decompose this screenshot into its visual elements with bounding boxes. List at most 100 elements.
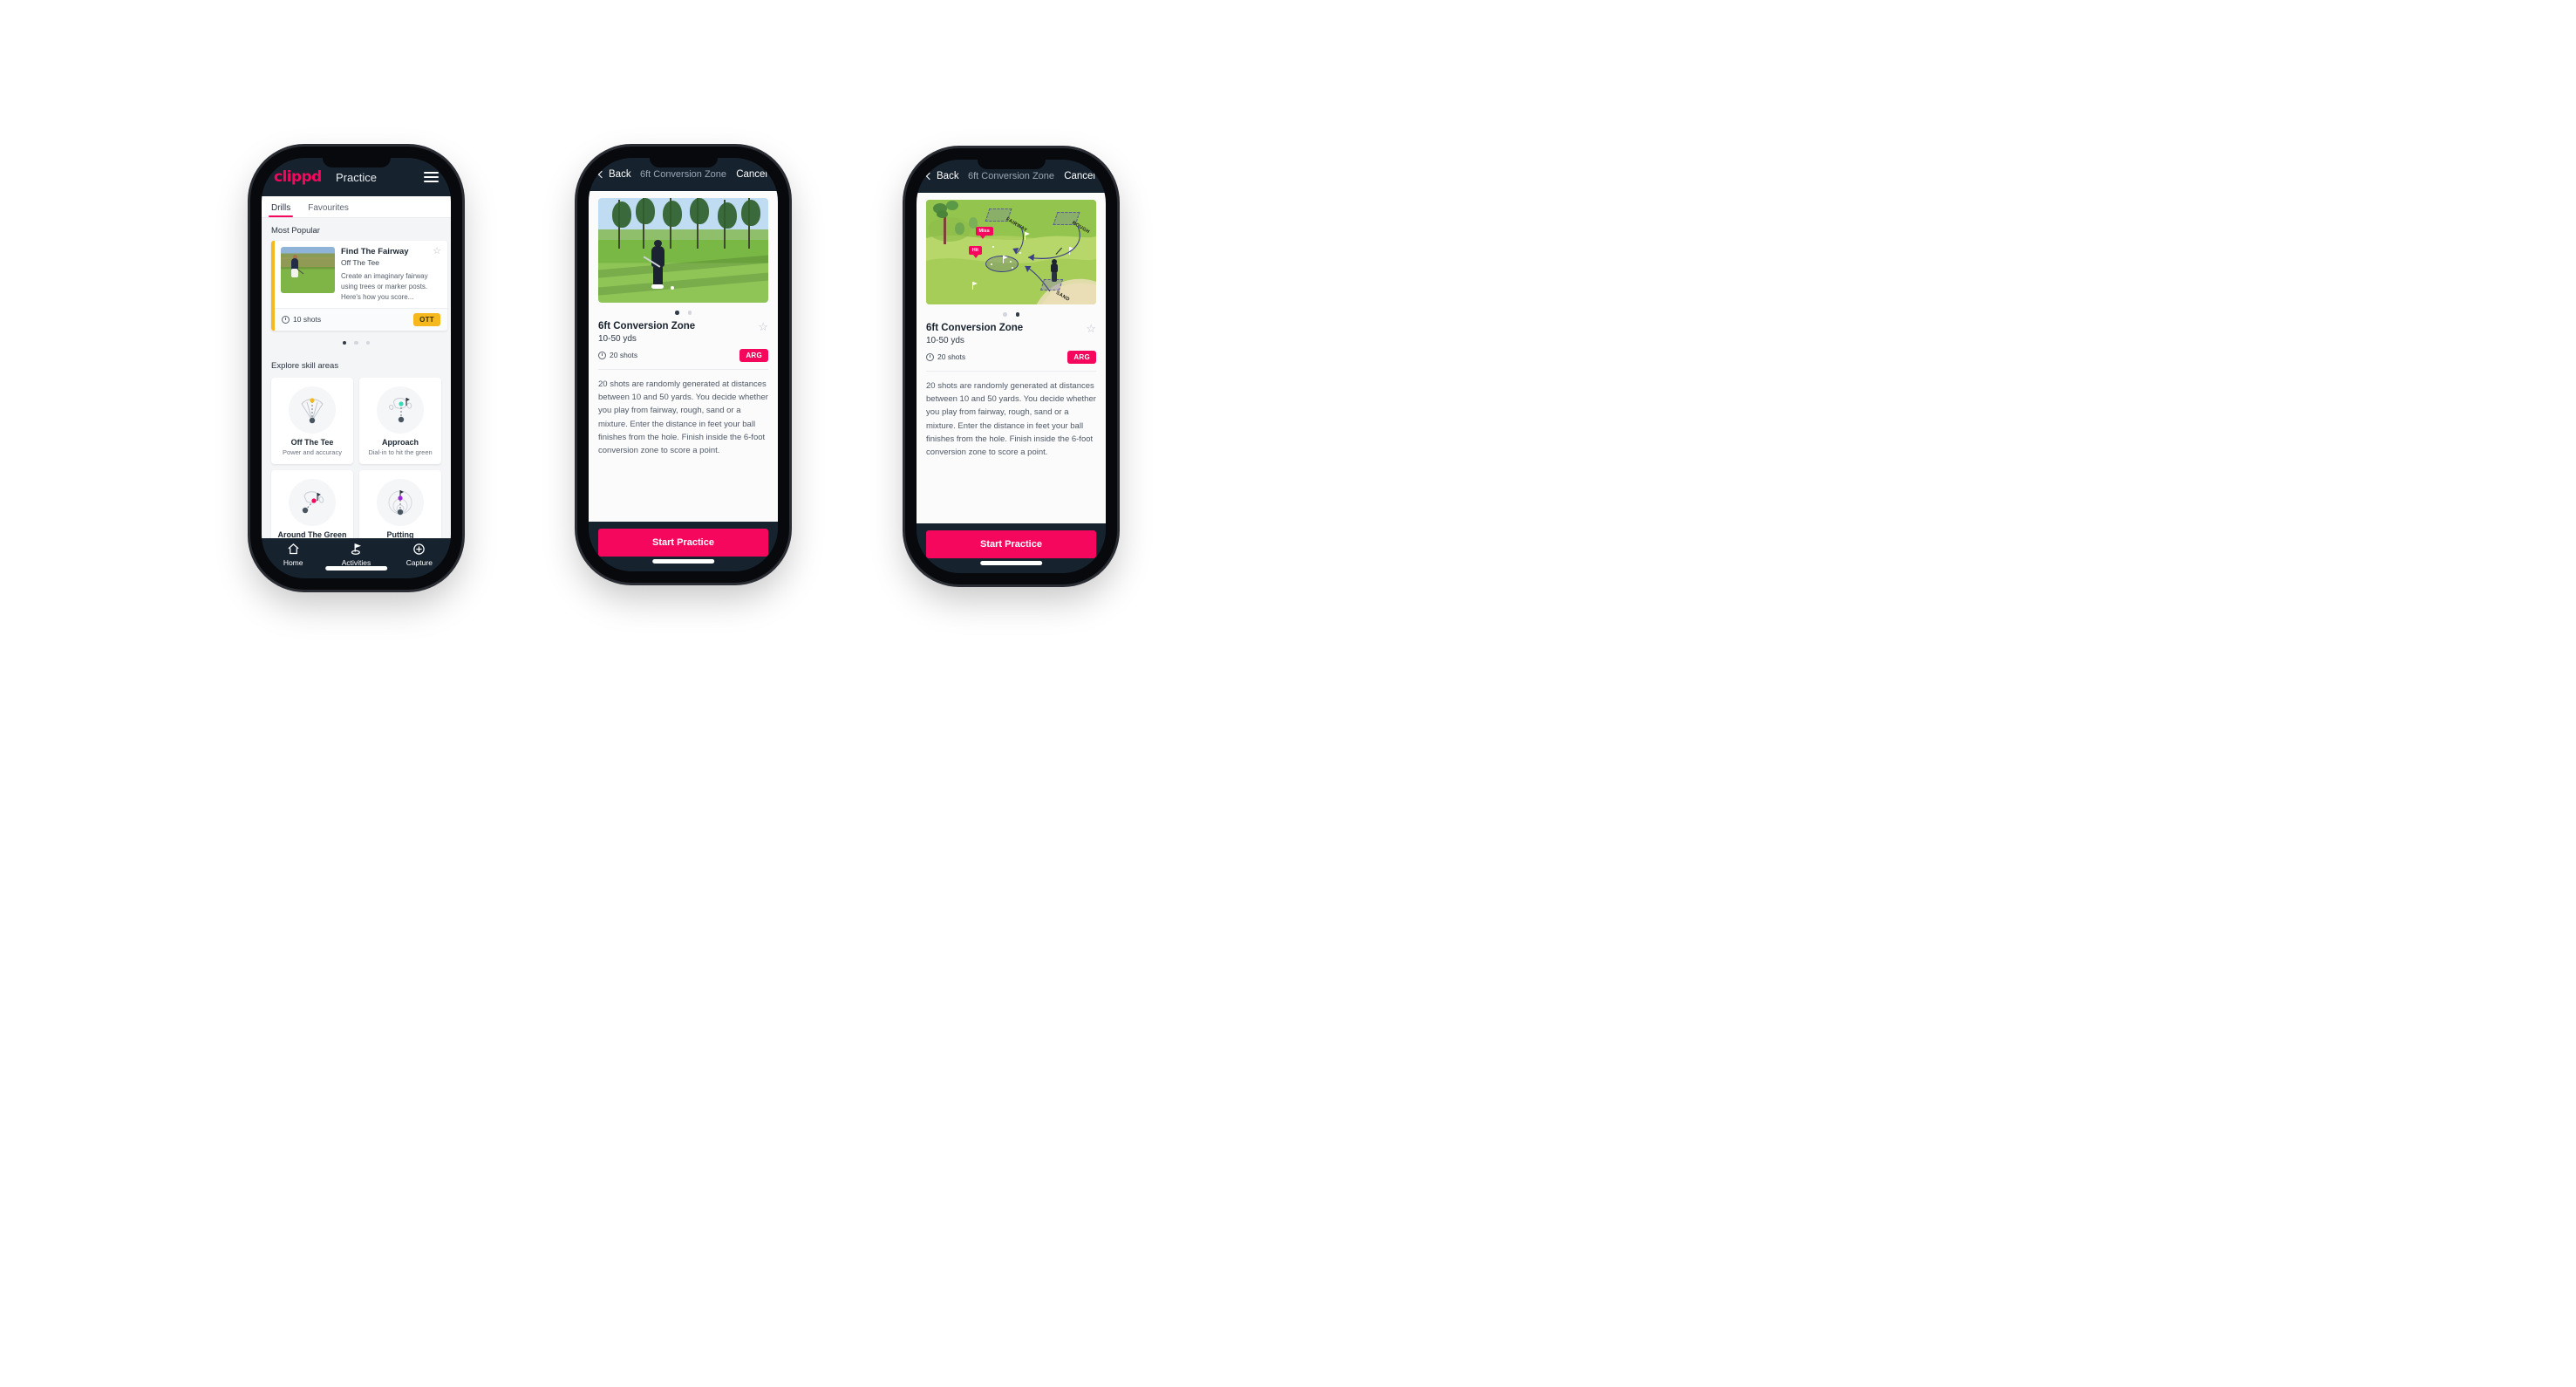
drill-title: Find The Fairway [341, 247, 409, 256]
marker-miss: Miss [975, 227, 993, 240]
media-dot[interactable] [1003, 312, 1007, 317]
skill-card-around-the-green[interactable]: Around The Green Hone your short game [271, 470, 353, 538]
media-dot[interactable] [687, 311, 692, 315]
status-badge-ott: OTT [413, 312, 440, 326]
tabbar-label: Home [283, 557, 303, 567]
tee-fan-icon [289, 386, 336, 434]
skill-name: Around The Green [277, 530, 347, 538]
tab-drills[interactable]: Drills [268, 203, 294, 217]
skill-name: Off The Tee [290, 438, 334, 448]
media-dot[interactable] [675, 311, 679, 315]
cancel-button[interactable]: Cancel [736, 169, 767, 180]
chevron-left-icon [925, 172, 934, 181]
marker-hit: Hit [968, 245, 983, 258]
screenshot-stage: clippd Practice Drills Favourites Most P… [0, 0, 2576, 1387]
detail-description: 20 shots are randomly generated at dista… [926, 380, 1096, 458]
tabbar-item-activities[interactable]: Activities [324, 543, 387, 567]
cta-container: Start Practice [917, 523, 1106, 573]
skill-card-approach[interactable]: Approach Dial-in to hit the green [359, 378, 441, 465]
drill-description: Create an imaginary fairway using trees … [341, 271, 428, 301]
tabbar-item-capture[interactable]: Capture [388, 543, 451, 567]
section-title-explore: Explore skill areas [271, 361, 339, 372]
drill-shots: 10 shots [282, 315, 321, 324]
practice-content: Most Popular Find The Fairway ☆ Off The … [262, 218, 451, 538]
skill-desc: Dial-in to hit the green [368, 448, 433, 457]
home-icon [262, 543, 324, 557]
detail-shots: 20 shots [598, 351, 637, 359]
drill-illustration[interactable]: FAIRWAY ROUGH SAND Miss Hit [926, 200, 1096, 304]
clock-icon [282, 315, 290, 324]
status-badge-arg: ARG [739, 348, 768, 362]
golf-flag-icon [324, 543, 387, 557]
skill-card-off-the-tee[interactable]: Off The Tee Power and accuracy [271, 378, 353, 465]
clippd-logo: clippd [274, 168, 322, 186]
skill-name: Putting [386, 530, 414, 538]
detail-shots: 20 shots [926, 352, 965, 361]
drill-carousel[interactable]: Find The Fairway ☆ Off The Tee Create an… [262, 241, 451, 331]
detail-subtitle: 10-50 yds [598, 333, 637, 344]
device-notch [977, 160, 1046, 169]
carousel-dot[interactable] [354, 340, 358, 345]
back-label: Back [937, 171, 959, 181]
home-indicator [651, 559, 715, 564]
detail-meta-row: 20 shots ARG [598, 348, 768, 370]
drill-card[interactable]: Find The Fairway ☆ Off The Tee Create an… [271, 241, 447, 331]
drill-shots-label: 10 shots [293, 315, 322, 325]
skill-card-putting[interactable]: Putting Make and lag practice [359, 470, 441, 538]
back-label: Back [609, 169, 631, 180]
detail-title: 6ft Conversion Zone [598, 320, 696, 331]
drill-thumbnail [281, 247, 335, 293]
golfer-figure [1048, 248, 1063, 283]
detail-meta-row: 20 shots ARG [926, 350, 1096, 372]
cta-container: Start Practice [589, 522, 778, 571]
carousel-dot[interactable] [365, 340, 371, 345]
media-dot[interactable] [1015, 312, 1019, 317]
skill-desc: Power and accuracy [283, 448, 342, 457]
phone-mockup-drill-detail-video: Back 6ft Conversion Zone Cancel 6ft Conv… [577, 147, 789, 583]
detail-description: 20 shots are randomly generated at dista… [598, 379, 768, 456]
home-indicator [979, 561, 1043, 565]
tabbar-item-home[interactable]: Home [262, 543, 324, 567]
section-title-most-popular: Most Popular [271, 226, 320, 236]
device-notch [649, 158, 718, 167]
drill-video-thumbnail[interactable] [598, 198, 768, 303]
tabbar-label: Activities [341, 557, 371, 567]
detail-content: FAIRWAY ROUGH SAND Miss Hit 6ft Conversi… [917, 193, 1106, 523]
tab-favourites[interactable]: Favourites [308, 203, 349, 217]
detail-content: 6ft Conversion Zone ☆ 10-50 yds 20 shots… [589, 191, 778, 522]
clock-icon [926, 352, 934, 361]
detail-subtitle: 10-50 yds [926, 335, 964, 345]
tabbar-label: Capture [405, 557, 433, 567]
home-indicator [324, 566, 388, 571]
media-pagination[interactable] [598, 303, 768, 321]
start-practice-button[interactable]: Start Practice [598, 529, 768, 557]
tab-bar: Drills Favourites [262, 196, 451, 218]
carousel-dot[interactable] [342, 340, 347, 345]
detail-shots-label: 20 shots [937, 352, 966, 361]
clock-icon [598, 351, 606, 359]
detail-shots-label: 20 shots [610, 351, 638, 359]
back-button[interactable]: Back [925, 171, 959, 181]
cancel-button[interactable]: Cancel [1064, 171, 1095, 181]
device-notch [322, 158, 391, 167]
back-button[interactable]: Back [597, 169, 631, 180]
drill-footer: 10 shots OTT [275, 307, 447, 331]
star-outline-icon[interactable]: ☆ [433, 247, 441, 256]
carousel-pagination[interactable] [262, 331, 451, 354]
approach-green-icon [377, 386, 424, 434]
chip-green-icon [289, 479, 336, 527]
star-outline-icon[interactable]: ☆ [1086, 323, 1096, 334]
detail-title: 6ft Conversion Zone [926, 322, 1024, 333]
bottom-tab-bar: Home Activities Capture [262, 538, 451, 578]
hamburger-menu-icon[interactable] [424, 172, 439, 182]
star-outline-icon[interactable]: ☆ [758, 321, 768, 332]
plus-circle-icon [388, 543, 451, 557]
media-pagination[interactable] [926, 304, 1096, 323]
skill-name: Approach [381, 438, 419, 448]
drill-subtitle: Off The Tee [341, 257, 379, 267]
status-badge-arg: ARG [1067, 350, 1096, 364]
phone-mockup-practice-list: clippd Practice Drills Favourites Most P… [250, 147, 462, 590]
phone-mockup-drill-detail-illustration: Back 6ft Conversion Zone Cancel FAIRWAY … [905, 148, 1117, 584]
chevron-left-icon [597, 170, 606, 179]
start-practice-button[interactable]: Start Practice [926, 530, 1096, 558]
